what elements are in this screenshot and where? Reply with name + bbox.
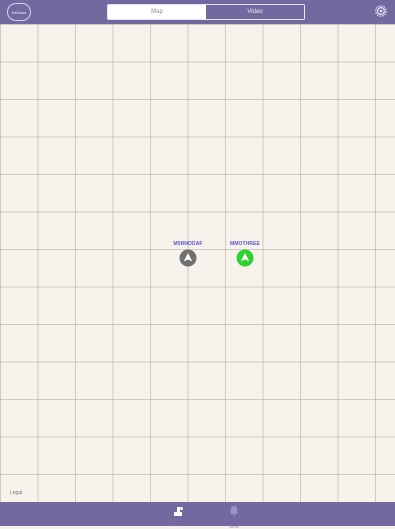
vessel-marker[interactable]: MMOTHREE bbox=[205, 241, 285, 271]
brand-logo[interactable]: DeNosa bbox=[7, 3, 31, 21]
settings-button[interactable] bbox=[374, 4, 388, 18]
tabbar-item-label: Alerts bbox=[228, 524, 240, 529]
tab-video[interactable]: Video bbox=[206, 5, 304, 19]
tabbar-item-alerts[interactable]: Alerts bbox=[219, 504, 249, 529]
legal-link[interactable]: Legal bbox=[10, 490, 22, 496]
gear-icon bbox=[375, 5, 387, 17]
tab-map[interactable]: Map bbox=[108, 5, 206, 19]
vessel-label: MMOTHREE bbox=[230, 241, 260, 247]
tabbar-item-label: Monitor bbox=[171, 524, 185, 529]
map-view[interactable]: M0RNODAF MMOTHREE bbox=[0, 24, 395, 502]
vessel-heading-icon bbox=[236, 249, 254, 267]
bell-icon bbox=[229, 506, 239, 517]
tabbar-item-monitor[interactable]: Monitor bbox=[163, 504, 193, 529]
tab-bar: Monitor Alerts bbox=[0, 502, 395, 529]
top-bar: DeNosa Map Video bbox=[0, 0, 395, 24]
vessel-heading-icon bbox=[179, 249, 197, 267]
ship-icon bbox=[174, 507, 183, 516]
view-segmented-control: Map Video bbox=[107, 4, 305, 20]
